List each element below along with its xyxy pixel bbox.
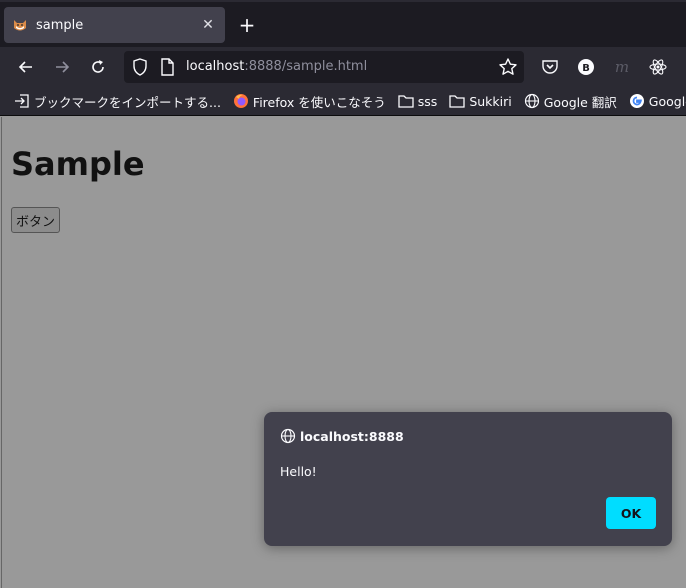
react-devtools-icon[interactable] bbox=[646, 55, 670, 79]
bookmark-label: Google 翻訳 bbox=[543, 94, 617, 110]
url-host: localhost bbox=[186, 59, 245, 74]
page-button[interactable]: ボタン bbox=[11, 207, 61, 233]
m-extension-label: m bbox=[614, 58, 630, 76]
hatena-bookmark-icon[interactable]: B bbox=[574, 55, 598, 79]
reload-icon[interactable] bbox=[86, 55, 110, 79]
page-icon[interactable] bbox=[160, 58, 174, 80]
bookmarks-toolbar: ブックマークをインポートする... Firefox を使いこなそう sss Su… bbox=[0, 87, 686, 116]
dialog-message: Hello! bbox=[280, 464, 317, 479]
forward-icon[interactable] bbox=[50, 55, 74, 79]
tab-strip: sample ✕ + bbox=[0, 0, 686, 47]
bookmark-label: Firefox を使いこなそう bbox=[252, 94, 386, 110]
bookmark-google[interactable]: Google bbox=[629, 93, 686, 109]
google-icon bbox=[629, 93, 645, 109]
bookmark-label: sss bbox=[417, 93, 438, 109]
bookmark-google-translate[interactable]: Google 翻訳 bbox=[524, 92, 617, 111]
bookmark-label: Sukkiri bbox=[469, 93, 512, 109]
shiba-favicon-icon bbox=[12, 17, 28, 33]
nav-toolbar: localhost:8888/sample.html B m bbox=[0, 47, 686, 87]
m-extension-icon[interactable]: m bbox=[610, 55, 634, 79]
pocket-icon[interactable] bbox=[538, 55, 562, 79]
dialog-origin: localhost:8888 bbox=[300, 428, 404, 444]
bookmark-folder-sss[interactable]: sss bbox=[398, 93, 438, 109]
bookmark-label: ブックマークをインポートする... bbox=[34, 94, 221, 110]
shield-icon[interactable] bbox=[132, 58, 148, 80]
bookmark-import[interactable]: ブックマークをインポートする... bbox=[14, 92, 221, 111]
back-icon[interactable] bbox=[14, 55, 38, 79]
url-path: :8888/sample.html bbox=[244, 59, 368, 74]
folder-icon bbox=[449, 93, 465, 109]
new-tab-button[interactable]: + bbox=[236, 14, 258, 36]
tab-title: sample bbox=[36, 17, 84, 33]
import-icon bbox=[14, 93, 30, 109]
svg-text:B: B bbox=[582, 63, 590, 74]
firefox-icon bbox=[233, 93, 249, 109]
globe-icon bbox=[280, 428, 296, 444]
page-heading: Sample bbox=[11, 145, 145, 183]
bookmark-folder-sukkiri[interactable]: Sukkiri bbox=[449, 93, 512, 109]
ok-button[interactable]: OK bbox=[606, 497, 656, 529]
bookmark-firefox[interactable]: Firefox を使いこなそう bbox=[233, 92, 386, 111]
bookmark-label: Google bbox=[648, 93, 686, 109]
close-icon[interactable]: ✕ bbox=[199, 17, 217, 33]
bookmark-star-icon[interactable] bbox=[498, 57, 518, 81]
globe-icon bbox=[524, 93, 540, 109]
dialog-header: localhost:8888 bbox=[280, 428, 404, 444]
url-bar[interactable]: localhost:8888/sample.html bbox=[124, 51, 524, 83]
url-text[interactable]: localhost:8888/sample.html bbox=[186, 59, 367, 74]
folder-icon bbox=[398, 93, 414, 109]
tab-sample[interactable]: sample ✕ bbox=[4, 7, 225, 43]
alert-dialog: localhost:8888 Hello! OK bbox=[264, 412, 672, 546]
